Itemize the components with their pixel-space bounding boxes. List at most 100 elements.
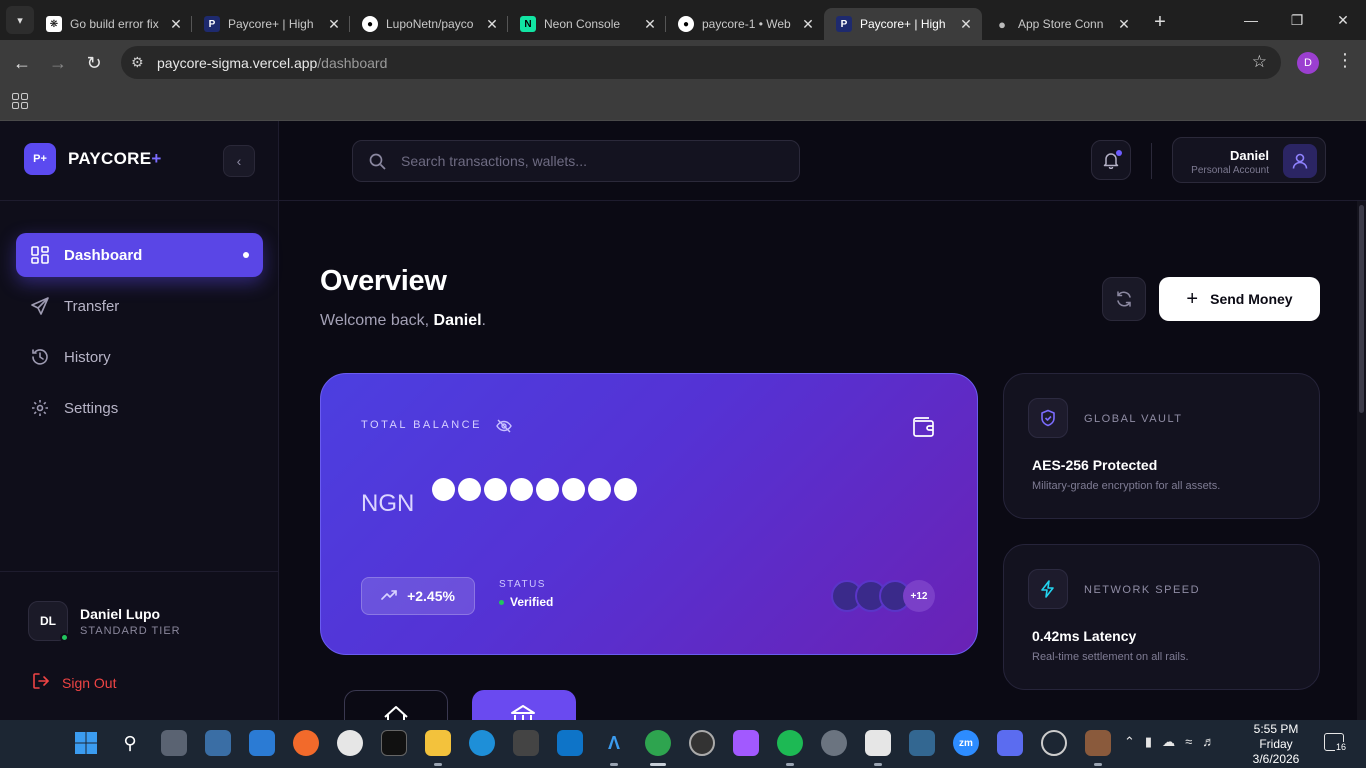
postman-icon[interactable] xyxy=(293,730,319,756)
send-money-button[interactable]: + Send Money xyxy=(1159,277,1320,321)
quick-action-tile[interactable] xyxy=(344,690,448,720)
reload-icon[interactable]: ↻ xyxy=(76,45,112,81)
scrollbar-thumb[interactable] xyxy=(1359,205,1364,413)
close-tab-icon[interactable]: ✕ xyxy=(642,16,658,33)
profile-avatar[interactable]: D xyxy=(1297,52,1319,74)
new-tab-button[interactable]: + xyxy=(1146,8,1174,36)
address-bar[interactable]: ⚙ paycore-sigma.vercel.app/dashboard ☆ xyxy=(121,46,1281,79)
terminal-icon[interactable] xyxy=(381,730,407,756)
obs-icon[interactable] xyxy=(1041,730,1067,756)
chevron-up-icon[interactable]: ⌃ xyxy=(1124,734,1135,750)
tab-title: paycore-1 • Web xyxy=(702,17,791,31)
volume-icon[interactable]: ♬ xyxy=(1202,734,1215,750)
notifications-button[interactable] xyxy=(1091,140,1131,180)
forward-icon[interactable]: → xyxy=(40,45,76,81)
postgres-icon[interactable] xyxy=(909,730,935,756)
app-icon[interactable] xyxy=(997,730,1023,756)
sidebar-item-history[interactable]: History xyxy=(16,335,263,379)
system-tray: ⌃ ▮ ☁ ≈ ♬ xyxy=(1124,734,1215,750)
windows-start-icon[interactable] xyxy=(73,730,99,756)
network-speed-card: NETWORK SPEED 0.42ms Latency Real-time s… xyxy=(1003,544,1320,690)
spotify-icon[interactable] xyxy=(777,730,803,756)
running-indicator xyxy=(1094,763,1102,766)
close-tab-icon[interactable]: ✕ xyxy=(1116,16,1132,33)
media-icon[interactable] xyxy=(689,730,715,756)
zoom-icon[interactable]: zm xyxy=(953,730,979,756)
masked-digit xyxy=(562,478,585,501)
browser-tab[interactable]: ● LupoNetn/payco ✕ xyxy=(350,8,508,40)
notification-center-icon[interactable]: 16 xyxy=(1324,733,1348,752)
quick-action-tile[interactable] xyxy=(472,690,576,720)
contact-avatars[interactable]: +12 xyxy=(831,580,941,612)
app-icon[interactable]: Λ xyxy=(601,730,627,756)
close-tab-icon[interactable]: ✕ xyxy=(800,16,816,33)
browser-menu-icon[interactable]: ⋮ xyxy=(1336,50,1354,71)
eye-off-icon xyxy=(496,419,512,433)
tab-search-button[interactable]: ▾ xyxy=(6,6,34,34)
brand[interactable]: P+ PAYCORE+ xyxy=(24,143,162,175)
avatar: DL xyxy=(28,601,69,642)
tab-title: Neon Console xyxy=(544,17,621,31)
sign-out-label: Sign Out xyxy=(62,674,117,691)
verified-dot xyxy=(499,599,504,605)
card-title: AES-256 Protected xyxy=(1032,457,1158,473)
settings-icon[interactable] xyxy=(821,730,847,756)
app-icon[interactable] xyxy=(1085,730,1111,756)
sign-out-icon xyxy=(32,672,50,693)
card-description: Real-time settlement on all rails. xyxy=(1032,651,1189,663)
chrome-icon[interactable] xyxy=(645,730,671,756)
site-info-icon[interactable]: ⚙ xyxy=(131,54,144,71)
collapse-sidebar-button[interactable]: ‹ xyxy=(223,145,255,177)
browser-tab[interactable]: P Paycore+ | High ✕ xyxy=(192,8,350,40)
apps-grid-icon[interactable] xyxy=(12,93,28,109)
widgets-icon[interactable] xyxy=(205,730,231,756)
browser-tab[interactable]: ● paycore-1 • Web ✕ xyxy=(666,8,824,40)
user-card[interactable]: DL Daniel Lupo STANDARD TIER xyxy=(28,601,181,642)
vscode-icon[interactable] xyxy=(557,730,583,756)
search-icon[interactable]: ⚲ xyxy=(117,730,143,756)
browser-tab[interactable]: ❋ Go build error fix ✕ xyxy=(34,8,192,40)
sidebar-item-dashboard[interactable]: Dashboard xyxy=(16,233,263,277)
sign-out-button[interactable]: Sign Out xyxy=(32,672,116,693)
hide-balance-toggle[interactable] xyxy=(496,418,512,439)
edge-icon[interactable] xyxy=(469,730,495,756)
browser-tab[interactable]: ● App Store Conn ✕ xyxy=(982,8,1140,40)
sidebar-item-label: Settings xyxy=(64,399,119,417)
store-icon[interactable] xyxy=(249,730,275,756)
figma-icon[interactable] xyxy=(733,730,759,756)
back-icon[interactable]: ← xyxy=(4,45,40,81)
browser-tab[interactable]: N Neon Console ✕ xyxy=(508,8,666,40)
sidebar-item-transfer[interactable]: Transfer xyxy=(16,284,263,328)
app-icon[interactable] xyxy=(337,730,363,756)
wifi-icon[interactable]: ≈ xyxy=(1185,734,1192,750)
task-view-icon[interactable] xyxy=(161,730,187,756)
more-avatars-badge: +12 xyxy=(903,580,935,612)
divider xyxy=(0,200,279,201)
close-window-icon[interactable]: ✕ xyxy=(1320,0,1366,40)
clock-time: 5:55 PM xyxy=(1253,722,1299,736)
bookmark-star-icon[interactable]: ☆ xyxy=(1252,52,1267,72)
cloud-icon[interactable]: ☁ xyxy=(1162,734,1175,750)
account-menu[interactable]: Daniel Personal Account xyxy=(1172,137,1326,183)
minimize-icon[interactable]: — xyxy=(1228,0,1274,40)
file-explorer-icon[interactable] xyxy=(425,730,451,756)
app-icon[interactable] xyxy=(513,730,539,756)
system-clock[interactable]: 5:55 PM Friday 3/6/2026 xyxy=(1240,722,1312,767)
close-tab-icon[interactable]: ✕ xyxy=(484,16,500,33)
close-tab-icon[interactable]: ✕ xyxy=(168,16,184,33)
restore-icon[interactable]: ❐ xyxy=(1274,0,1320,40)
search-input[interactable]: Search transactions, wallets... xyxy=(352,140,800,182)
masked-digit xyxy=(588,478,611,501)
page-scrollbar[interactable] xyxy=(1357,201,1366,720)
close-tab-icon[interactable]: ✕ xyxy=(326,16,342,33)
running-indicator xyxy=(650,763,666,766)
slack-icon[interactable] xyxy=(865,730,891,756)
close-tab-icon[interactable]: ✕ xyxy=(958,16,974,33)
refresh-button[interactable] xyxy=(1102,277,1146,321)
sidebar-item-settings[interactable]: Settings xyxy=(16,386,263,430)
windows-taskbar: ⚲ Λ zm ⌃ ▮ ☁ ≈ ♬ 5:55 PM Friday 3/6/2026… xyxy=(0,720,1366,768)
browser-tab-active[interactable]: P Paycore+ | High ✕ xyxy=(824,8,982,40)
url-host: paycore-sigma.vercel.app xyxy=(157,54,318,71)
bookmarks-bar xyxy=(0,86,1366,121)
battery-icon[interactable]: ▮ xyxy=(1145,734,1152,750)
